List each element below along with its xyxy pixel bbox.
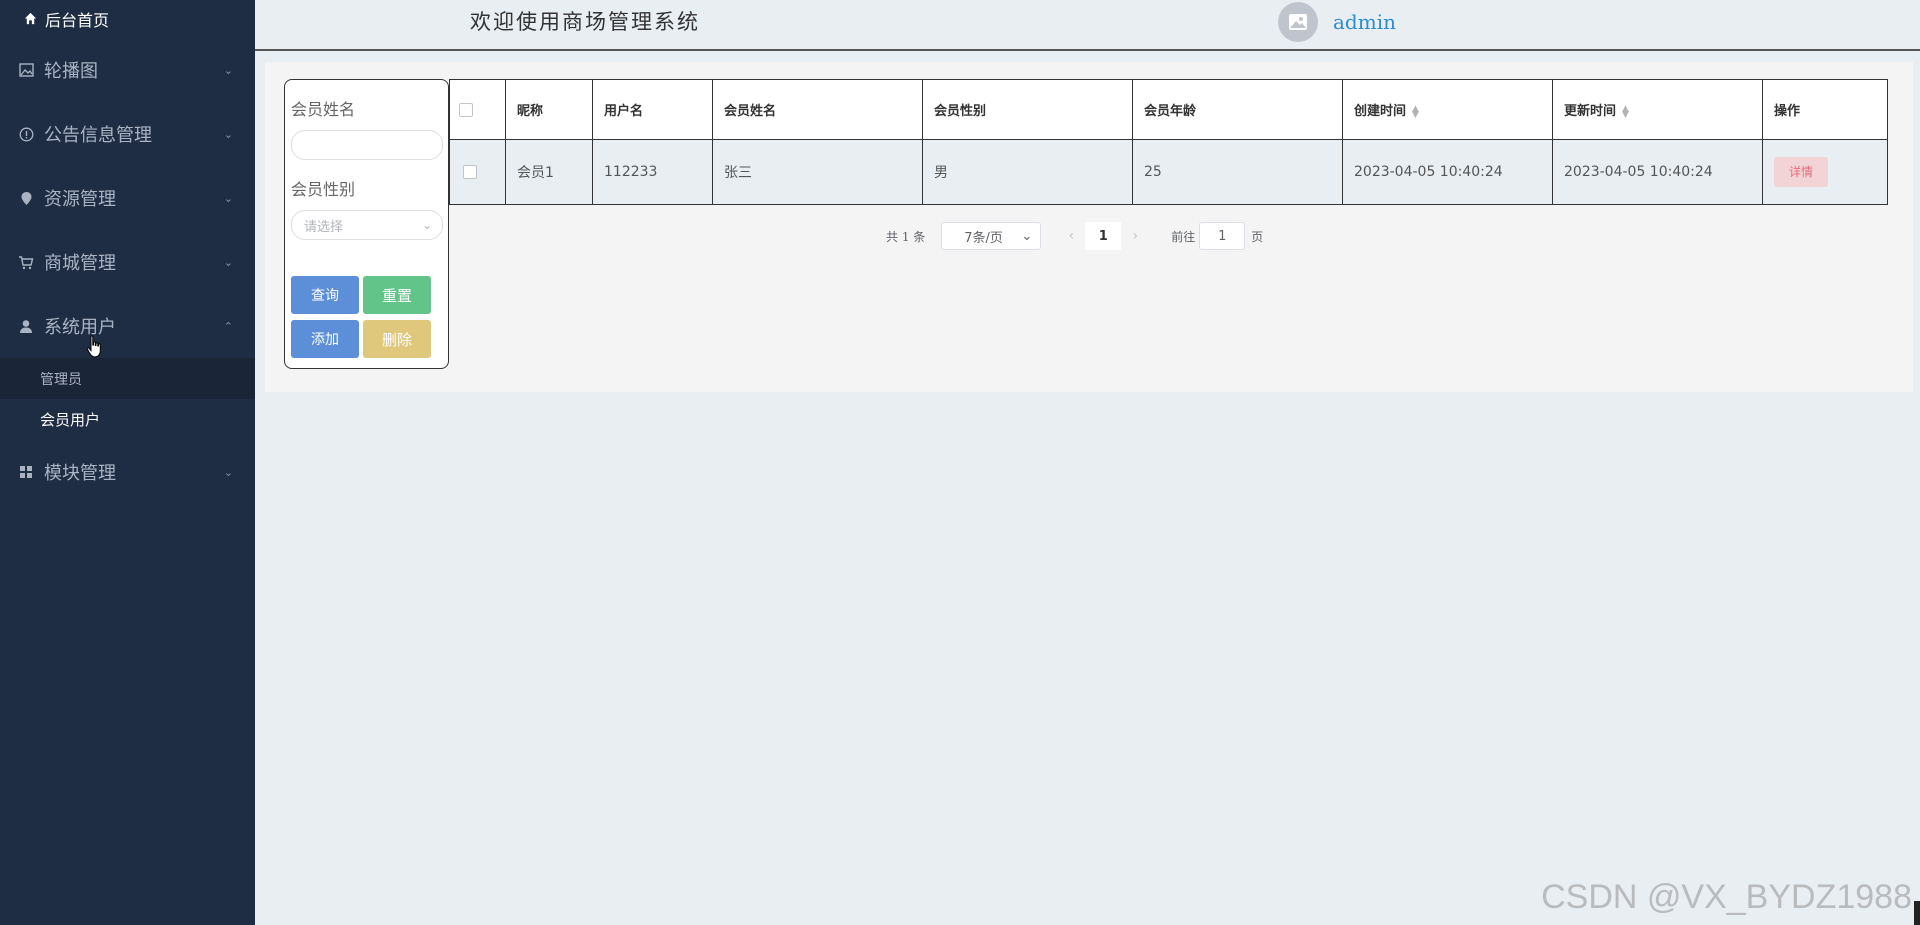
column-header-updated[interactable]: 更新时间 ▲ ▼ — [1552, 79, 1763, 140]
sidebar-item-label: 模块管理 — [44, 463, 116, 484]
hand-cursor-icon — [86, 335, 101, 358]
select-placeholder: 请选择 — [304, 219, 344, 235]
sort-icon[interactable]: ▲ ▼ — [1622, 104, 1629, 119]
chevron-down-icon: ⌄ — [223, 191, 233, 205]
home-icon — [24, 10, 37, 29]
chevron-up-icon: ⌃ — [223, 319, 233, 333]
sidebar: 后台首页 轮播图 ⌄ 公告信息管理 ⌄ 资源管理 ⌄ 商城管理 ⌄ 系统用户 ⌃ — [0, 0, 255, 925]
select-all-checkbox-cell — [449, 79, 506, 140]
page-title: 欢迎使用商场管理系统 — [470, 10, 700, 34]
goto-page-input[interactable]: 1 — [1199, 222, 1246, 250]
user-icon — [16, 319, 36, 334]
column-header-actions: 操作 — [1762, 79, 1888, 140]
select-all-checkbox[interactable] — [459, 102, 473, 117]
search-form: 会员姓名 会员性别 请选择 ⌄ 查询 重置 添加 删除 — [284, 79, 449, 369]
detail-button[interactable]: 详情 — [1774, 157, 1828, 187]
chevron-down-icon: ⌄ — [223, 127, 233, 141]
grid-icon — [16, 465, 36, 479]
column-header-label: 更新时间 — [1564, 104, 1617, 119]
sidebar-home-item[interactable]: 后台首页 — [0, 0, 255, 38]
sidebar-subitem-members[interactable]: 会员用户 — [0, 399, 255, 440]
member-gender-select[interactable]: 请选择 ⌄ — [291, 210, 443, 240]
sidebar-item-label: 系统用户 — [44, 317, 116, 338]
chevron-down-icon: ⌄ — [223, 255, 233, 269]
window-corner — [1914, 901, 1920, 925]
member-table: 昵称 用户名 会员姓名 会员性别 会员年龄 创建时间 ▲ ▼ 更新时间 ▲ ▼ 操作 会… — [449, 79, 1888, 205]
cell-updated: 2023-04-05 10:40:24 — [1552, 139, 1763, 205]
column-header-label: 创建时间 — [1354, 104, 1407, 119]
delete-button[interactable]: 删除 — [363, 320, 431, 358]
cell-nickname: 会员1 — [505, 139, 593, 205]
watermark: CSDN @VX_BYDZ1988 — [1541, 878, 1912, 916]
sidebar-subitem-admin[interactable]: 管理员 — [0, 358, 255, 399]
sidebar-item-label: 资源管理 — [44, 189, 116, 210]
sidebar-subitem-label: 会员用户 — [40, 411, 101, 429]
row-checkbox-cell — [449, 139, 506, 205]
chevron-down-icon: ⌄ — [223, 465, 233, 479]
sidebar-item-mall[interactable]: 商城管理 ⌄ — [0, 230, 255, 294]
page-size-value: 7条/页 — [964, 230, 1003, 246]
cart-icon — [16, 255, 36, 270]
avatar[interactable] — [1278, 2, 1318, 42]
sidebar-item-modules[interactable]: 模块管理 ⌄ — [0, 440, 255, 504]
prev-page-button[interactable]: ‹ — [1057, 222, 1086, 250]
sidebar-item-notice[interactable]: 公告信息管理 ⌄ — [0, 102, 255, 166]
add-button[interactable]: 添加 — [291, 320, 359, 358]
sidebar-item-label: 公告信息管理 — [44, 125, 152, 146]
next-page-button[interactable]: › — [1121, 222, 1150, 250]
table-row: 会员1 112233 张三 男 25 2023-04-05 10:40:24 2… — [449, 139, 1888, 205]
chevron-down-icon: ⌄ — [421, 218, 432, 232]
reset-button[interactable]: 重置 — [363, 276, 431, 314]
chevron-left-icon: ‹ — [1068, 228, 1075, 244]
cell-actions: 详情 — [1762, 139, 1888, 205]
column-header-member-name: 会员姓名 — [712, 79, 923, 140]
sidebar-submenu: 管理员 会员用户 — [0, 358, 255, 440]
sidebar-item-label: 商城管理 — [44, 253, 116, 274]
cell-member-age: 25 — [1132, 139, 1343, 205]
cell-member-gender: 男 — [922, 139, 1133, 205]
username-label[interactable]: admin — [1333, 10, 1396, 34]
page-size-select[interactable]: 7条/页 ⌄ — [941, 222, 1042, 250]
member-name-input[interactable] — [291, 130, 443, 160]
page-number-current[interactable]: 1 — [1085, 222, 1122, 250]
sidebar-item-carousel[interactable]: 轮播图 ⌄ — [0, 38, 255, 102]
chevron-right-icon: › — [1132, 228, 1139, 244]
sort-icon[interactable]: ▲ ▼ — [1412, 104, 1419, 119]
sidebar-home-label: 后台首页 — [45, 11, 110, 30]
table-header-row: 昵称 用户名 会员姓名 会员性别 会员年龄 创建时间 ▲ ▼ 更新时间 ▲ ▼ 操作 — [449, 79, 1888, 140]
image-icon — [16, 63, 36, 77]
sidebar-subitem-label: 管理员 — [40, 371, 82, 388]
info-icon — [16, 127, 36, 142]
member-name-label: 会员姓名 — [291, 100, 356, 119]
chevron-down-icon: ⌄ — [223, 63, 233, 77]
location-pin-icon — [16, 191, 36, 206]
cell-member-name: 张三 — [712, 139, 923, 205]
column-header-member-gender: 会员性别 — [922, 79, 1133, 140]
query-button[interactable]: 查询 — [291, 276, 359, 314]
chevron-down-icon: ⌄ — [1021, 228, 1033, 244]
member-gender-label: 会员性别 — [291, 180, 356, 199]
column-header-member-age: 会员年龄 — [1132, 79, 1343, 140]
column-header-username: 用户名 — [592, 79, 713, 140]
goto-label: 前往 — [1171, 229, 1196, 244]
top-header: 欢迎使用商场管理系统 admin — [255, 0, 1920, 51]
image-placeholder-icon — [1289, 14, 1307, 30]
pagination: 共 1 条 7条/页 ⌄ ‹ 1 › 前往 1 页 — [886, 222, 1263, 250]
column-header-nickname: 昵称 — [505, 79, 593, 140]
sidebar-item-resources[interactable]: 资源管理 ⌄ — [0, 166, 255, 230]
cell-created: 2023-04-05 10:40:24 — [1342, 139, 1553, 205]
column-header-created[interactable]: 创建时间 ▲ ▼ — [1342, 79, 1553, 140]
cell-username: 112233 — [592, 139, 713, 205]
row-checkbox[interactable] — [463, 165, 477, 179]
sidebar-item-system-users[interactable]: 系统用户 ⌃ — [0, 294, 255, 358]
pagination-total: 共 1 条 — [886, 229, 926, 244]
sidebar-item-label: 轮播图 — [44, 61, 98, 82]
goto-unit-label: 页 — [1251, 229, 1264, 244]
